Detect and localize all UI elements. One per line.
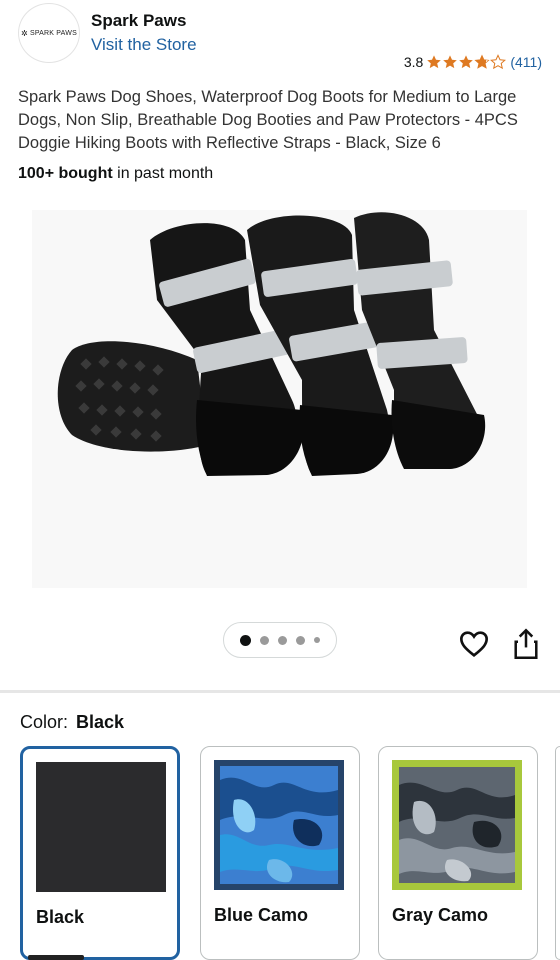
product-title: Spark Paws Dog Shoes, Waterproof Dog Boo… xyxy=(18,88,518,152)
share-button[interactable] xyxy=(512,628,540,660)
selected-color-value: Black xyxy=(76,712,125,732)
carousel-dot-active[interactable] xyxy=(240,634,251,646)
brand-name: Spark Paws xyxy=(91,11,187,30)
heart-icon xyxy=(459,631,489,658)
star-icon xyxy=(474,54,490,69)
brand-logo[interactable]: ✲ SPARK PAWS xyxy=(18,3,80,63)
brand-logo-text: SPARK PAWS xyxy=(29,29,77,37)
color-option-name: Black xyxy=(36,907,85,927)
paw-logo-icon: ✲ xyxy=(21,28,28,38)
purchase-period: in past month xyxy=(112,165,214,182)
rating-value: 3.8 xyxy=(403,54,424,70)
color-option-gray-camo[interactable]: Gray Camo xyxy=(378,746,538,960)
rating-count-link[interactable]: (411) xyxy=(510,54,542,70)
star-icon xyxy=(427,55,442,69)
image-carousel-indicator[interactable] xyxy=(223,622,337,658)
swatch-image-black xyxy=(36,762,166,892)
carousel-dot[interactable] xyxy=(296,635,305,645)
color-label: Color: Black xyxy=(20,712,124,733)
star-icon xyxy=(459,55,474,69)
color-option-name: Gray Camo xyxy=(392,905,489,925)
color-option-blue-camo[interactable]: Blue Camo xyxy=(200,746,360,960)
carousel-dot[interactable] xyxy=(260,635,269,645)
home-indicator xyxy=(28,955,84,960)
color-option-name: Blue Camo xyxy=(214,905,309,925)
color-option-black[interactable]: Black xyxy=(20,746,180,960)
purchase-stat: 100+ bought in past month xyxy=(18,165,213,183)
color-option-next-partial[interactable] xyxy=(555,746,560,960)
product-image[interactable] xyxy=(32,210,527,588)
star-icon xyxy=(443,55,458,69)
swatch-image-blue-camo xyxy=(214,760,344,890)
color-label-text: Color: xyxy=(20,712,69,732)
carousel-dot[interactable] xyxy=(278,635,287,645)
purchase-count: 100+ bought xyxy=(18,165,113,182)
swatch-image-gray-camo xyxy=(392,760,522,890)
section-divider xyxy=(0,690,560,693)
carousel-dot[interactable] xyxy=(314,637,320,643)
boot-sole xyxy=(57,341,208,452)
rating-summary[interactable]: 3.8 (411) xyxy=(404,54,542,70)
star-rating xyxy=(426,54,507,70)
favorite-button[interactable] xyxy=(458,628,490,660)
share-icon xyxy=(514,628,538,659)
star-empty-icon xyxy=(490,54,507,70)
dog-boots-illustration xyxy=(32,210,527,588)
visit-store-link[interactable]: Visit the Store xyxy=(91,35,197,55)
